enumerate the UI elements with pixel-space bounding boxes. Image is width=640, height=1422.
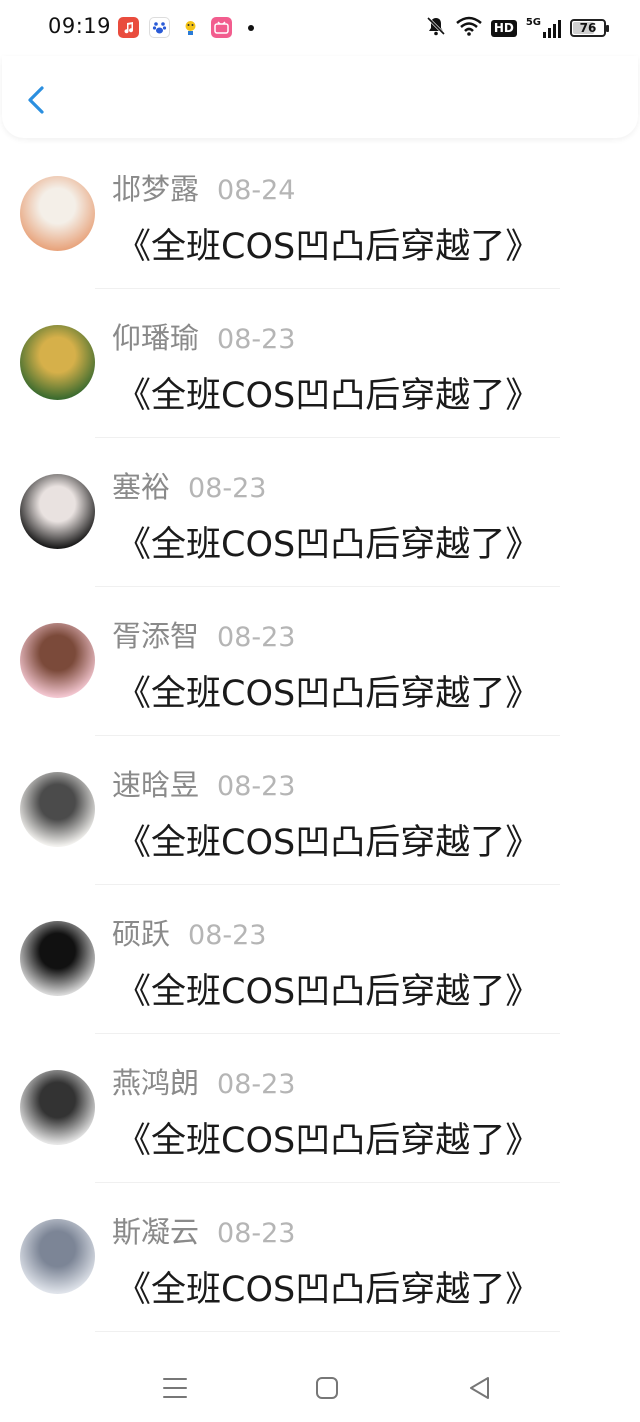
commenter-name[interactable]: 邶梦露 (112, 166, 199, 208)
comment-item[interactable]: 硕跃 08-23 《全班COS凹凸后穿越了》 (0, 885, 640, 1034)
battery-percent: 76 (579, 21, 597, 35)
battery-icon: 76 (570, 19, 609, 37)
status-time: 09:19 (48, 14, 112, 38)
menu-button[interactable] (155, 1368, 195, 1408)
network-type-label: 5G (525, 17, 541, 28)
avatar[interactable] (20, 474, 95, 549)
comment-meta: 胥添智 08-23 (112, 613, 295, 655)
avatar[interactable] (20, 325, 95, 400)
comment-meta: 仰璠瑜 08-23 (112, 315, 295, 357)
commenter-name[interactable]: 胥添智 (112, 613, 199, 655)
comment-meta: 硕跃 08-23 (112, 911, 266, 953)
back-triangle-icon (470, 1377, 489, 1399)
comment-text: 《全班COS凹凸后穿越了》 (116, 525, 541, 565)
home-square-icon (316, 1377, 338, 1399)
mute-icon (425, 15, 447, 41)
commenter-name[interactable]: 硕跃 (112, 911, 170, 953)
comment-text: 《全班COS凹凸后穿越了》 (116, 823, 541, 863)
comment-meta: 邶梦露 08-24 (112, 166, 295, 208)
comment-meta: 速晗昱 08-23 (112, 762, 295, 804)
header (2, 56, 638, 138)
comment-date: 08-23 (217, 1069, 296, 1100)
comment-date: 08-23 (217, 771, 296, 802)
avatar[interactable] (20, 623, 95, 698)
comment-text: 《全班COS凹凸后穿越了》 (116, 1121, 541, 1161)
comment-item[interactable]: 塞裕 08-23 《全班COS凹凸后穿越了》 (0, 438, 640, 587)
back-button[interactable] (20, 80, 56, 120)
commenter-name[interactable]: 速晗昱 (112, 762, 199, 804)
back-nav-button[interactable] (460, 1368, 500, 1408)
status-bar: 09:19 HD 5G 76 (0, 0, 640, 56)
comment-item[interactable]: 斯凝云 08-23 《全班COS凹凸后穿越了》 (0, 1183, 640, 1332)
avatar[interactable] (20, 1219, 95, 1294)
comment-item[interactable]: 燕鸿朗 08-23 《全班COS凹凸后穿越了》 (0, 1034, 640, 1183)
avatar[interactable] (20, 921, 95, 996)
notification-dot (248, 24, 254, 31)
5g-signal-icon: 5G (526, 18, 561, 38)
notification-app-icons (118, 17, 254, 38)
comment-text: 《全班COS凹凸后穿越了》 (116, 376, 541, 416)
comment-date: 08-23 (188, 473, 267, 504)
video-app-icon (211, 17, 232, 38)
comment-item[interactable]: 胥添智 08-23 《全班COS凹凸后穿越了》 (0, 587, 640, 736)
menu-icon (163, 1378, 187, 1398)
comment-text: 《全班COS凹凸后穿越了》 (116, 1270, 541, 1310)
comment-date: 08-23 (217, 1218, 296, 1249)
comment-date: 08-24 (217, 175, 296, 206)
tieba-app-icon (180, 17, 201, 38)
comment-item[interactable]: 速晗昱 08-23 《全班COS凹凸后穿越了》 (0, 736, 640, 885)
comment-text: 《全班COS凹凸后穿越了》 (116, 674, 541, 714)
avatar[interactable] (20, 772, 95, 847)
chevron-left-icon (28, 86, 44, 114)
comment-item[interactable]: 邶梦露 08-24 《全班COS凹凸后穿越了》 (0, 140, 640, 289)
status-right-icons: HD 5G 76 (425, 15, 609, 41)
divider (95, 1331, 560, 1332)
comment-meta: 燕鸿朗 08-23 (112, 1060, 295, 1102)
hd-icon: HD (490, 19, 517, 37)
baidu-app-icon (149, 17, 170, 38)
comment-date: 08-23 (217, 324, 296, 355)
comment-item[interactable]: 仰璠瑜 08-23 《全班COS凹凸后穿越了》 (0, 289, 640, 438)
wifi-icon (456, 16, 482, 40)
music-app-icon (118, 17, 139, 38)
system-nav-bar (0, 1350, 640, 1422)
comment-text: 《全班COS凹凸后穿越了》 (116, 972, 541, 1012)
comment-text: 《全班COS凹凸后穿越了》 (116, 227, 541, 267)
home-button[interactable] (307, 1368, 347, 1408)
comment-date: 08-23 (217, 622, 296, 653)
comment-date: 08-23 (188, 920, 267, 951)
comment-meta: 斯凝云 08-23 (112, 1209, 295, 1251)
commenter-name[interactable]: 塞裕 (112, 464, 170, 506)
commenter-name[interactable]: 斯凝云 (112, 1209, 199, 1251)
commenter-name[interactable]: 燕鸿朗 (112, 1060, 199, 1102)
avatar[interactable] (20, 1070, 95, 1145)
avatar[interactable] (20, 176, 95, 251)
comment-list: 邶梦露 08-24 《全班COS凹凸后穿越了》 仰璠瑜 08-23 《全班COS凹凸后穿越… (0, 140, 640, 1332)
comment-meta: 塞裕 08-23 (112, 464, 266, 506)
commenter-name[interactable]: 仰璠瑜 (112, 315, 199, 357)
